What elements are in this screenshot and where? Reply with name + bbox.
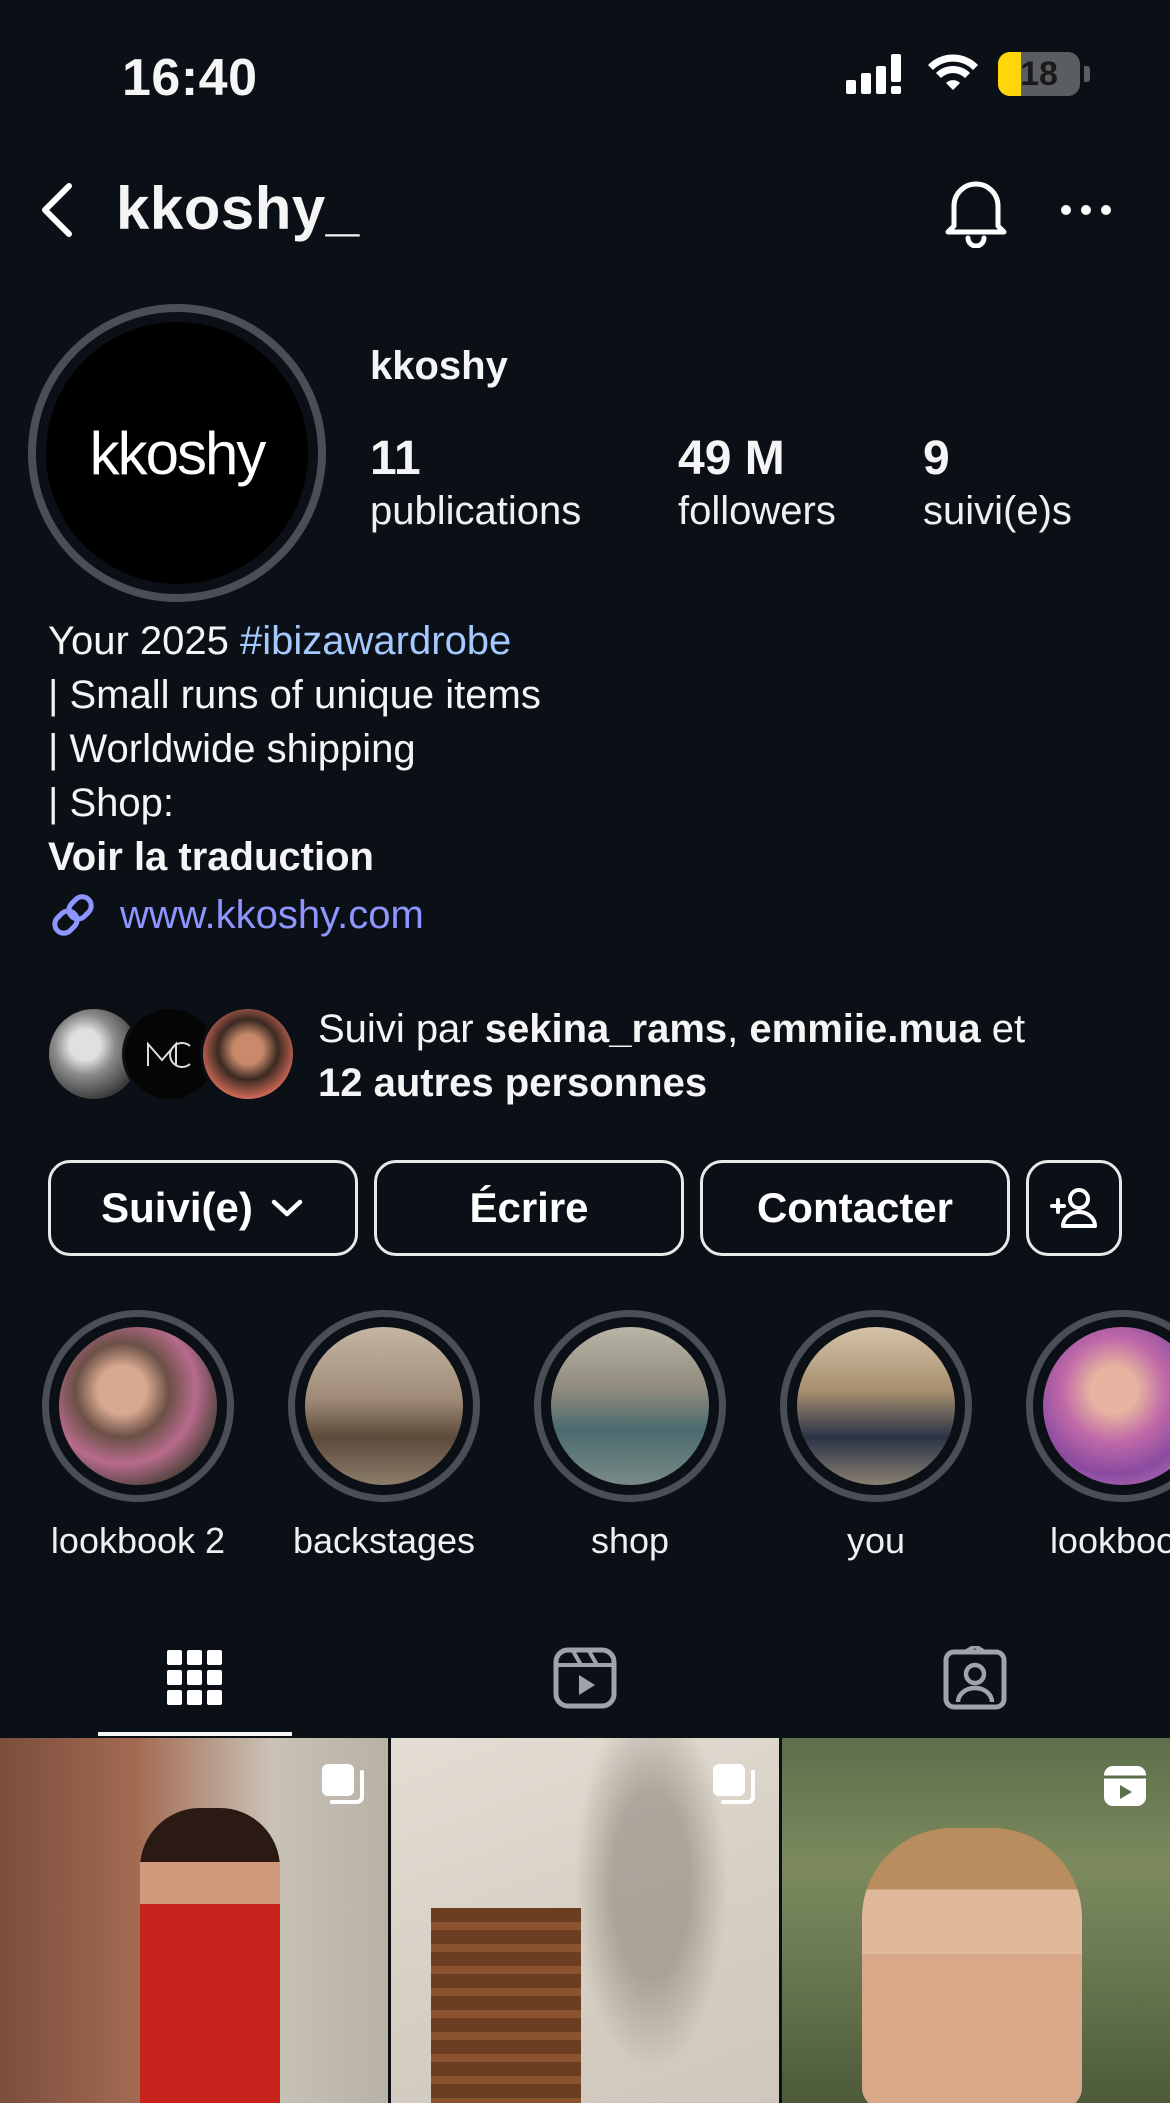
tab-tagged[interactable] [780, 1620, 1170, 1736]
highlight-item[interactable]: lookbook [1022, 1308, 1170, 1562]
post-window-shutter [431, 1908, 581, 2103]
add-person-icon [1050, 1188, 1097, 1228]
header-username: kkoshy_ [116, 175, 360, 242]
highlight-ring [534, 1310, 726, 1502]
posts-grid [0, 1738, 1170, 2103]
wifi-icon [928, 54, 978, 90]
highlight-item[interactable]: you [776, 1308, 976, 1562]
tab-reels[interactable] [390, 1620, 780, 1736]
suggested-users-button[interactable] [1026, 1160, 1122, 1256]
content-tabs [0, 1620, 1170, 1736]
highlight-ring [780, 1310, 972, 1502]
highlight-ring [288, 1310, 480, 1502]
highlight-label: you [846, 1520, 906, 1561]
highlight-item[interactable]: lookbook 2 [38, 1308, 238, 1562]
separator: , [727, 1007, 750, 1051]
stat-label: followers [678, 489, 836, 533]
bio-line: | Small runs of unique items [48, 673, 541, 717]
followed-by-text: Suivi par sekina_rams, emmiie.mua et 12 a… [318, 1002, 1138, 1110]
reels-icon [553, 1647, 617, 1709]
highlight-label: lookbook [1049, 1520, 1170, 1561]
battery-icon: 18 [998, 52, 1080, 96]
stat-label: publications [370, 489, 582, 533]
message-label: Écrire [469, 1184, 589, 1231]
stat-label: suivi(e)s [923, 489, 1072, 533]
profile-name: kkoshy [370, 344, 508, 388]
tagged-person-icon [943, 1646, 1007, 1710]
tab-posts-grid[interactable] [0, 1620, 390, 1736]
contact-button[interactable]: Contacter [700, 1160, 1010, 1256]
chevron-down-icon [271, 1199, 303, 1217]
grid-icon [167, 1650, 222, 1705]
active-tab-indicator [98, 1732, 292, 1736]
reel-icon [1104, 1766, 1146, 1806]
highlight-cover [1043, 1327, 1170, 1485]
highlight-label: lookbook 2 [50, 1520, 226, 1561]
mutual-username: sekina_rams [484, 1007, 728, 1051]
status-time: 16:40 [122, 49, 258, 107]
stat-posts[interactable]: 11 publications [370, 432, 581, 536]
highlight-cover [305, 1327, 463, 1485]
story-highlights: lookbook 2 backstages shop you lookbook [0, 1308, 1170, 1568]
message-button[interactable]: Écrire [374, 1160, 684, 1256]
website-link[interactable]: www.kkoshy.com [48, 888, 1128, 942]
status-icons: 18 [846, 52, 1090, 96]
highlight-cover [551, 1327, 709, 1485]
carousel-icon [322, 1764, 364, 1804]
profile-bio: Your 2025 #ibizawardrobe | Small runs of… [48, 614, 1128, 942]
others-count: 12 autres personnes [318, 1061, 708, 1105]
battery-level: 18 [1020, 54, 1058, 93]
mutual-followers-avatars [46, 1006, 296, 1102]
mutual-username: emmiie.mua [749, 1007, 981, 1051]
bio-line: | Worldwide shipping [48, 727, 416, 771]
post-figure [862, 1828, 1082, 2103]
battery-tip [1084, 66, 1090, 82]
bio-hashtag[interactable]: #ibizawardrobe [240, 619, 511, 663]
back-button[interactable] [22, 175, 92, 245]
post-thumbnail[interactable] [391, 1738, 779, 2103]
profile-avatar[interactable]: kkoshy [28, 304, 326, 602]
carousel-icon [713, 1764, 755, 1804]
stat-value: 49 M [678, 432, 785, 485]
avatar-logo: kkoshy [89, 419, 267, 487]
followed-prefix: Suivi par [318, 1007, 485, 1051]
more-horizontal-icon [1061, 205, 1111, 215]
avatar-image: kkoshy [46, 322, 308, 584]
contact-label: Contacter [756, 1184, 954, 1231]
conjunction: et [980, 1007, 1026, 1051]
highlight-cover [797, 1327, 955, 1485]
post-thumbnail[interactable] [0, 1738, 388, 2103]
following-label: Suivi(e) [101, 1184, 253, 1231]
mutual-avatar [200, 1006, 296, 1102]
following-button[interactable]: Suivi(e) [48, 1160, 358, 1256]
stat-followers[interactable]: 49 M followers [678, 432, 836, 536]
status-bar: 16:40 18 [0, 0, 1170, 150]
website-url: www.kkoshy.com [120, 893, 424, 937]
post-thumbnail[interactable] [782, 1738, 1170, 2103]
link-icon [52, 894, 94, 936]
post-figure [140, 1808, 280, 2103]
highlight-item[interactable]: backstages [284, 1308, 484, 1562]
bio-text: Your 2025 [48, 619, 241, 663]
profile-header: kkoshy_ [0, 160, 1170, 260]
highlight-label: shop [590, 1520, 670, 1561]
highlight-ring [1026, 1310, 1170, 1502]
stat-following[interactable]: 9 suivi(e)s [923, 432, 1072, 536]
highlight-ring [42, 1310, 234, 1502]
bio-line: | Shop: [48, 781, 175, 825]
bell-icon [945, 181, 1007, 249]
cellular-signal-icon [846, 54, 901, 94]
highlight-cover [59, 1327, 217, 1485]
followed-by[interactable]: Suivi par sekina_rams, emmiie.mua et 12 a… [46, 1002, 1146, 1112]
highlight-label: backstages [292, 1520, 476, 1561]
see-translation-link[interactable]: Voir la traduction [48, 830, 1128, 884]
stat-value: 11 [370, 432, 421, 485]
notifications-button[interactable] [940, 172, 1012, 249]
stat-value: 9 [923, 432, 950, 485]
bio-line: Your 2025 #ibizawardrobe [48, 614, 1128, 668]
monogram-logo-icon [147, 1041, 191, 1068]
chevron-left-icon [42, 183, 72, 237]
highlight-item[interactable]: shop [530, 1308, 730, 1562]
more-options-button[interactable] [1054, 182, 1118, 238]
